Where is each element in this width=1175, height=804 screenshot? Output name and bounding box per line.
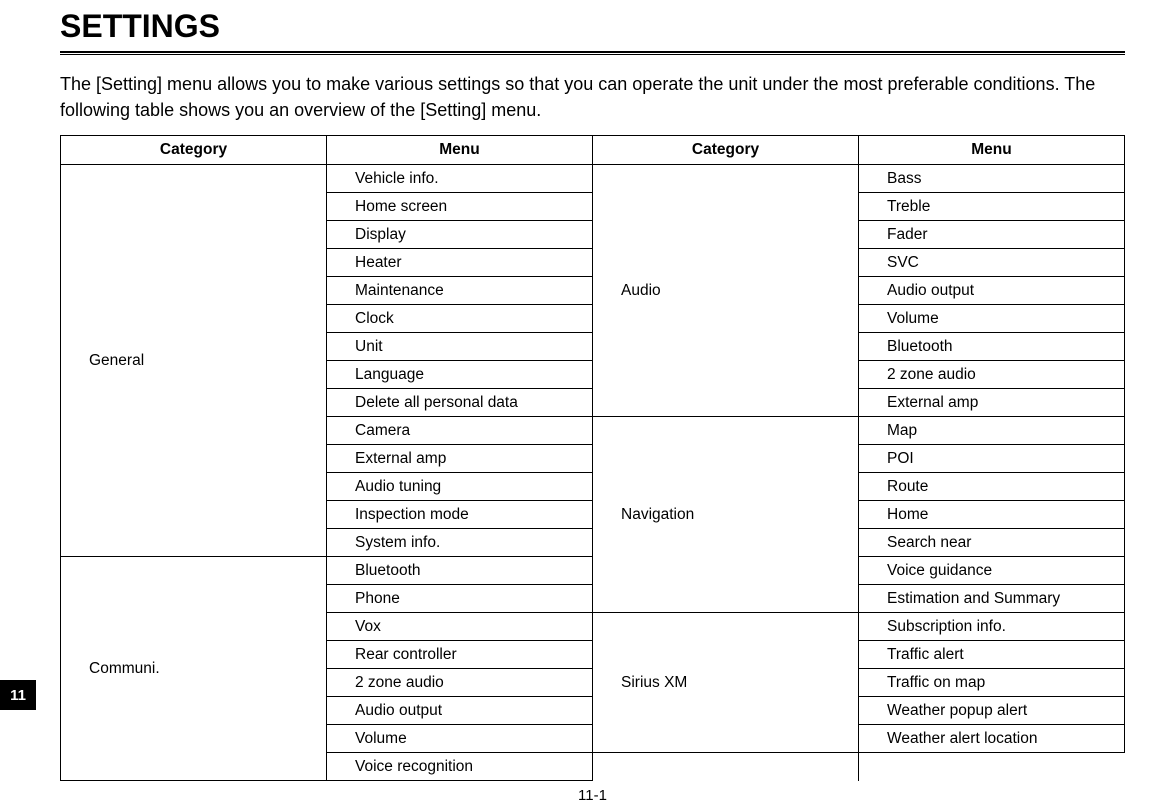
category-cell: Communi.	[61, 557, 327, 781]
category-cell: Sirius XM	[593, 613, 859, 753]
menu-cell: Route	[859, 473, 1125, 501]
empty-cell	[859, 753, 1125, 781]
chapter-side-tab: 11	[0, 680, 36, 710]
menu-cell: System info.	[327, 529, 593, 557]
table-header-row: Category Menu Category Menu	[61, 136, 1125, 165]
menu-cell: Phone	[327, 585, 593, 613]
col-header: Menu	[859, 136, 1125, 165]
menu-cell: External amp	[327, 445, 593, 473]
menu-cell: Home	[859, 501, 1125, 529]
menu-cell: SVC	[859, 249, 1125, 277]
menu-cell: Estimation and Summary	[859, 585, 1125, 613]
menu-cell: Traffic alert	[859, 641, 1125, 669]
menu-cell: Home screen	[327, 193, 593, 221]
menu-cell: Traffic on map	[859, 669, 1125, 697]
menu-cell: Delete all personal data	[327, 389, 593, 417]
heading-rule	[60, 51, 1125, 55]
menu-cell: Fader	[859, 221, 1125, 249]
menu-cell: Bluetooth	[327, 557, 593, 585]
menu-cell: Volume	[859, 305, 1125, 333]
menu-cell: Bluetooth	[859, 333, 1125, 361]
category-cell: Audio	[593, 165, 859, 417]
menu-cell: Audio output	[327, 697, 593, 725]
empty-cell	[593, 753, 859, 781]
category-cell: Navigation	[593, 417, 859, 613]
menu-cell: Weather popup alert	[859, 697, 1125, 725]
menu-cell: Heater	[327, 249, 593, 277]
menu-cell: Search near	[859, 529, 1125, 557]
col-header: Category	[593, 136, 859, 165]
menu-cell: Voice recognition	[327, 753, 593, 781]
menu-cell: Language	[327, 361, 593, 389]
menu-cell: Map	[859, 417, 1125, 445]
col-header: Category	[61, 136, 327, 165]
table-row: General Vehicle info. Audio Bass	[61, 165, 1125, 193]
page-heading: SETTINGS	[60, 0, 1125, 51]
menu-cell: Inspection mode	[327, 501, 593, 529]
menu-cell: Subscription info.	[859, 613, 1125, 641]
menu-cell: Vehicle info.	[327, 165, 593, 193]
menu-cell: 2 zone audio	[859, 361, 1125, 389]
menu-cell: Weather alert location	[859, 725, 1125, 753]
page-number: 11-1	[60, 787, 1125, 804]
menu-cell: Vox	[327, 613, 593, 641]
menu-cell: Audio tuning	[327, 473, 593, 501]
menu-cell: Unit	[327, 333, 593, 361]
menu-cell: Treble	[859, 193, 1125, 221]
menu-cell: Camera	[327, 417, 593, 445]
menu-cell: Audio output	[859, 277, 1125, 305]
intro-paragraph: The [Setting] menu allows you to make va…	[60, 71, 1125, 123]
menu-cell: Display	[327, 221, 593, 249]
menu-cell: External amp	[859, 389, 1125, 417]
menu-cell: Bass	[859, 165, 1125, 193]
menu-cell: Volume	[327, 725, 593, 753]
menu-cell: 2 zone audio	[327, 669, 593, 697]
category-cell: General	[61, 165, 327, 557]
col-header: Menu	[327, 136, 593, 165]
menu-cell: Voice guidance	[859, 557, 1125, 585]
menu-cell: POI	[859, 445, 1125, 473]
menu-cell: Clock	[327, 305, 593, 333]
menu-cell: Rear controller	[327, 641, 593, 669]
menu-cell: Maintenance	[327, 277, 593, 305]
settings-table: Category Menu Category Menu General Vehi…	[60, 135, 1125, 781]
